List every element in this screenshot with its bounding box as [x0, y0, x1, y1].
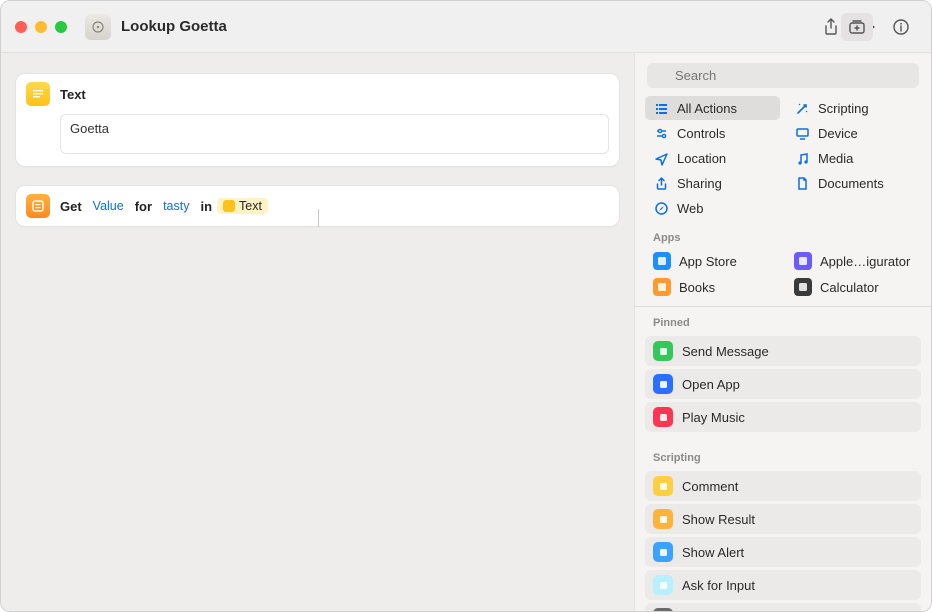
search-input[interactable] [647, 63, 919, 88]
action-comment[interactable]: Comment [645, 471, 921, 501]
category-all-actions[interactable]: All Actions [645, 96, 780, 120]
app-window: Lookup Goetta Text [0, 0, 932, 612]
text-action-title: Text [60, 87, 86, 102]
input-variable-chip[interactable]: Text [217, 198, 268, 214]
category-documents[interactable]: Documents [786, 171, 921, 195]
actions-sidebar: All ActionsScriptingControlsDeviceLocati… [635, 53, 931, 612]
action-icon [653, 542, 673, 562]
wand-icon [794, 100, 810, 116]
apps-grid: App StoreApple…iguratorBooksCalculator [635, 248, 931, 300]
action-icon [653, 608, 673, 612]
shortcut-icon [85, 14, 111, 40]
action-count[interactable]: Count [645, 603, 921, 612]
close-button[interactable] [15, 21, 27, 33]
text-action-icon [26, 82, 50, 106]
zoom-button[interactable] [55, 21, 67, 33]
scripting-section-header: Scripting [635, 442, 931, 468]
action-icon [653, 476, 673, 496]
content-area: Text Goetta Get Value for tast [1, 53, 931, 612]
action-icon [653, 509, 673, 529]
text-variable-icon [223, 200, 235, 212]
share-icon [653, 175, 669, 191]
titlebar: Lookup Goetta [1, 1, 931, 53]
action-icon [653, 407, 673, 427]
pinned-list: Send MessageOpen AppPlay Music [635, 336, 931, 442]
location-icon [653, 150, 669, 166]
pinned-section-header: Pinned [635, 307, 931, 333]
window-title: Lookup Goetta [121, 18, 227, 35]
action-open-app[interactable]: Open App [645, 369, 921, 399]
app-books[interactable]: Books [645, 274, 780, 300]
action-ask-for-input[interactable]: Ask for Input [645, 570, 921, 600]
scripting-list: CommentShow ResultShow AlertAsk for Inpu… [635, 471, 931, 612]
get-value-expression: Get Value for tasty in Text [60, 198, 268, 214]
connector-line [318, 209, 319, 227]
category-location[interactable]: Location [645, 146, 780, 170]
text-action-input[interactable]: Goetta [60, 114, 609, 154]
category-media[interactable]: Media [786, 146, 921, 170]
app-icon [653, 252, 671, 270]
action-icon [653, 575, 673, 595]
action-card-text[interactable]: Text Goetta [15, 73, 620, 167]
app-apple-igurator[interactable]: Apple…igurator [786, 248, 921, 274]
action-show-result[interactable]: Show Result [645, 504, 921, 534]
action-show-alert[interactable]: Show Alert [645, 537, 921, 567]
action-icon [653, 341, 673, 361]
action-icon [653, 374, 673, 394]
app-icon [794, 278, 812, 296]
app-app-store[interactable]: App Store [645, 248, 780, 274]
category-controls[interactable]: Controls [645, 121, 780, 145]
action-send-message[interactable]: Send Message [645, 336, 921, 366]
dictionary-action-icon [26, 194, 50, 218]
action-play-music[interactable]: Play Music [645, 402, 921, 432]
category-web[interactable]: Web [645, 196, 780, 220]
apps-section-header: Apps [635, 222, 931, 248]
category-sharing[interactable]: Sharing [645, 171, 780, 195]
doc-icon [794, 175, 810, 191]
key-token[interactable]: tasty [157, 198, 195, 214]
app-icon [794, 252, 812, 270]
list-icon [653, 100, 669, 116]
app-icon [653, 278, 671, 296]
sliders-icon [653, 125, 669, 141]
safari-icon [653, 200, 669, 216]
app-calculator[interactable]: Calculator [786, 274, 921, 300]
minimize-button[interactable] [35, 21, 47, 33]
traffic-lights [15, 21, 67, 33]
canvas[interactable]: Text Goetta Get Value for tast [1, 53, 635, 612]
category-scripting[interactable]: Scripting [786, 96, 921, 120]
display-icon [794, 125, 810, 141]
category-grid: All ActionsScriptingControlsDeviceLocati… [635, 94, 931, 222]
info-button[interactable] [885, 13, 917, 41]
category-device[interactable]: Device [786, 121, 921, 145]
note-icon [794, 150, 810, 166]
library-toggle-button[interactable] [841, 13, 873, 41]
value-token[interactable]: Value [87, 198, 130, 214]
